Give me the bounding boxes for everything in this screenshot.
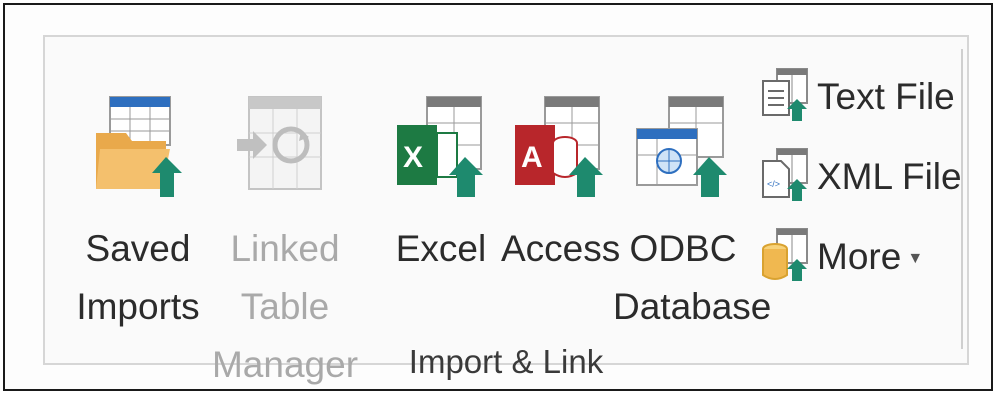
excel-label: Excel (395, 228, 487, 269)
odbc-database-label: ODBC Database (613, 228, 772, 327)
import-link-group: Saved Imports Linked Table Manager X Exc… (43, 35, 969, 385)
saved-imports-icon (88, 93, 188, 208)
linked-table-manager-icon (235, 93, 335, 208)
group-label: Import & Link (408, 343, 604, 380)
svg-text:X: X (403, 141, 423, 174)
xml-file-icon: </> (759, 147, 811, 208)
odbc-database-icon (633, 93, 733, 208)
svg-text:A: A (521, 141, 543, 174)
more-button[interactable]: More ▼ (759, 227, 959, 291)
text-file-label: Text File (817, 76, 955, 117)
chevron-down-icon: ▼ (907, 250, 924, 268)
linked-table-manager-button[interactable]: Linked Table Manager (185, 83, 385, 385)
xml-file-button[interactable]: </> XML File (759, 147, 962, 211)
text-file-icon (759, 67, 811, 128)
access-import-icon: A (509, 93, 609, 208)
excel-button[interactable]: X Excel (391, 83, 491, 333)
xml-file-label: XML File (817, 156, 962, 197)
access-button[interactable]: A Access (501, 83, 621, 333)
ribbon-frame: Saved Imports Linked Table Manager X Exc… (3, 3, 993, 391)
excel-import-icon: X (391, 93, 491, 208)
group-separator (961, 49, 963, 349)
access-label: Access (501, 228, 621, 269)
odbc-database-button[interactable]: ODBC Database (613, 83, 772, 333)
more-label: More ▼ (817, 236, 924, 277)
svg-text:</>: </> (767, 179, 780, 189)
more-sources-icon (759, 227, 811, 288)
text-file-button[interactable]: Text File (759, 67, 959, 131)
